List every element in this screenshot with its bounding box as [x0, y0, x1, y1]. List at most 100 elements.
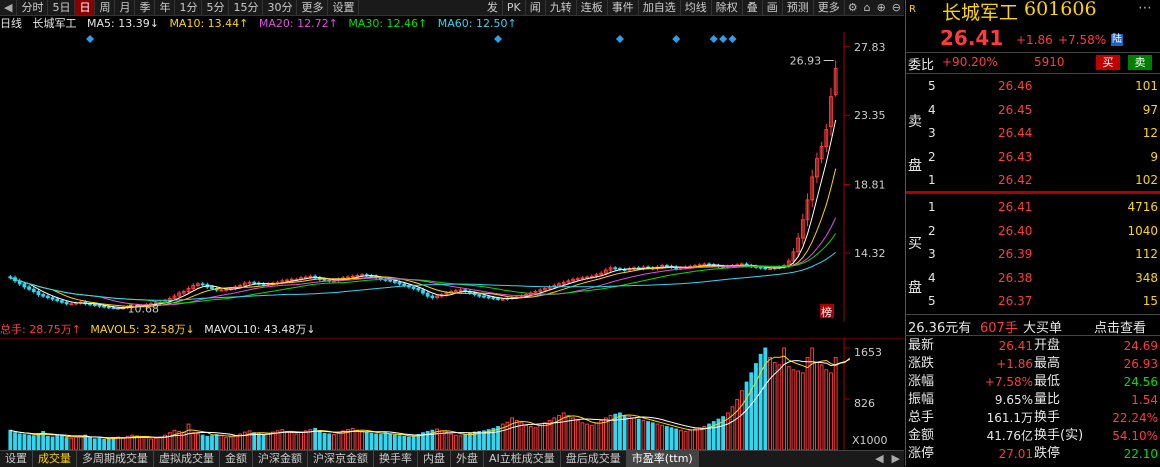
indicator-tab[interactable]: 内盘 — [418, 451, 451, 467]
sell-button[interactable]: 卖 — [1128, 55, 1152, 70]
big-order-row: 26.36元有 607手 大买单 点击查看 — [906, 314, 1160, 336]
period-tab[interactable]: 5日 — [48, 0, 76, 15]
webi-label: 委比 — [908, 58, 935, 73]
toolbar-action[interactable]: 均线 — [681, 0, 712, 15]
book-volume: 1040 — [1127, 223, 1158, 238]
indicator-tab[interactable]: 市盈率(ttm) — [626, 451, 699, 467]
volume-bar — [383, 432, 388, 450]
volume-bar — [36, 433, 41, 450]
candle-body — [589, 275, 594, 278]
volume-bar — [191, 432, 196, 450]
toolbar-action[interactable]: 发 — [483, 0, 503, 15]
volume-bar — [364, 431, 369, 450]
webi-row: 委比 +90.20% 5910 买 卖 — [906, 52, 1160, 74]
period-tab[interactable]: 日 — [75, 0, 96, 15]
book-volume: 15 — [1142, 294, 1158, 308]
volume-bar — [575, 419, 580, 450]
candle-body — [64, 301, 69, 305]
period-tab[interactable]: 月 — [115, 0, 136, 15]
scroll-left-icon[interactable]: ◀ — [871, 451, 887, 467]
volume-bar — [510, 417, 515, 450]
period-tab[interactable]: 周 — [95, 0, 116, 15]
period-tab[interactable]: 设置 — [328, 0, 360, 15]
book-level: 3 — [928, 126, 936, 140]
toolbar-action[interactable]: 叠 — [743, 0, 763, 15]
volume-bar — [824, 369, 829, 450]
period-tab[interactable]: 5分 — [202, 0, 230, 15]
candle-body — [41, 294, 46, 297]
book-volume: 9 — [1150, 149, 1158, 164]
gear-icon[interactable]: ⚙ — [845, 1, 861, 14]
volume-bar — [791, 369, 796, 450]
webi-value: +90.20% — [942, 55, 998, 69]
volume-bar — [224, 437, 228, 450]
nav-left-icon[interactable]: ◀ — [0, 0, 18, 15]
stat-label: 量比 — [1034, 392, 1061, 407]
toolbar-action[interactable]: 更多 — [814, 0, 845, 15]
indicator-tab[interactable]: 成交量 — [33, 451, 77, 467]
candle-body — [411, 286, 416, 289]
candle-body — [402, 283, 407, 286]
candle-body — [392, 280, 397, 283]
toolbar-action[interactable]: 九转 — [546, 0, 577, 15]
indicator-tab[interactable]: 外盘 — [451, 451, 484, 467]
volume-bar — [50, 436, 55, 450]
indicator-tab[interactable]: AI立桩成交量 — [484, 451, 561, 467]
volume-bar — [777, 364, 782, 450]
indicator-tab[interactable]: 沪深京金额 — [308, 451, 374, 467]
indicator-tab[interactable]: 换手率 — [374, 451, 418, 467]
indicator-tab[interactable]: 沪深金额 — [253, 451, 308, 467]
period-tab[interactable]: 分时 — [17, 0, 49, 15]
period-tab[interactable]: 30分 — [263, 0, 298, 15]
indicator-tab[interactable]: 虚拟成交量 — [154, 451, 220, 467]
candle-body — [219, 289, 224, 292]
indicator-tab[interactable]: 金额 — [220, 451, 253, 467]
toolbar-action[interactable]: 画 — [763, 0, 783, 15]
volume-bar — [585, 423, 590, 450]
big-order-link[interactable]: 点击查看 — [1094, 317, 1146, 336]
stat-row: 金额 41.76亿 换手(实) 54.10% — [906, 427, 1160, 445]
more-icon[interactable]: ⋯ — [1138, 0, 1152, 16]
candle-body — [92, 303, 97, 306]
volume-bar — [144, 437, 149, 450]
volume-bar — [538, 424, 543, 450]
home-icon[interactable]: ⌂ — [861, 1, 874, 14]
toolbar-action[interactable]: 加自选 — [639, 0, 681, 15]
volume-bar — [407, 436, 411, 450]
toolbar-action[interactable]: PK — [503, 0, 526, 15]
volume-bar — [266, 432, 271, 450]
volume-bar — [271, 431, 275, 450]
period-tab[interactable]: 年 — [155, 0, 176, 15]
candle-body — [308, 275, 313, 278]
volume-bar — [477, 430, 482, 450]
event-diamond-icon — [709, 35, 718, 43]
volume-bar — [739, 390, 744, 450]
mavol10-label: MAVOL10: 43.48万↓ — [204, 323, 316, 336]
toolbar-action[interactable]: 除权 — [712, 0, 743, 15]
period-tab[interactable]: 季 — [135, 0, 156, 15]
toolbar-action[interactable]: 连板 — [577, 0, 608, 15]
toolbar-action[interactable]: 闻 — [526, 0, 546, 15]
kline-chart[interactable]: 27.83 23.35 18.81 14.32 26.93 10.68 榜 — [0, 32, 904, 322]
indicator-tab[interactable]: 设置 — [0, 451, 33, 467]
indicator-tab[interactable]: 多周期成交量 — [77, 451, 154, 467]
book-level: 4 — [928, 102, 936, 117]
period-tab[interactable]: 更多 — [297, 0, 329, 15]
toolbar-action[interactable]: 预测 — [783, 0, 814, 15]
period-tab[interactable]: 15分 — [229, 0, 264, 15]
buy-button[interactable]: 买 — [1096, 55, 1120, 70]
volume-bar — [650, 422, 655, 450]
book-price: 26.44 — [998, 126, 1033, 140]
candle-body — [697, 264, 702, 267]
volume-bar — [308, 429, 313, 450]
book-volume: 112 — [1135, 247, 1158, 261]
toolbar-action[interactable]: 事件 — [608, 0, 639, 15]
plus-icon[interactable]: ⊕ — [874, 1, 889, 14]
volume-bar — [754, 363, 758, 450]
minus-icon[interactable]: ⊖ — [889, 1, 904, 14]
volume-bar — [360, 430, 364, 450]
indicator-tab[interactable]: 盘后成交量 — [561, 451, 627, 467]
period-tab[interactable]: 1分 — [175, 0, 203, 15]
volume-chart[interactable]: 1653 826 X1000 — [0, 338, 904, 450]
scroll-right-icon[interactable]: ▶ — [888, 451, 904, 467]
